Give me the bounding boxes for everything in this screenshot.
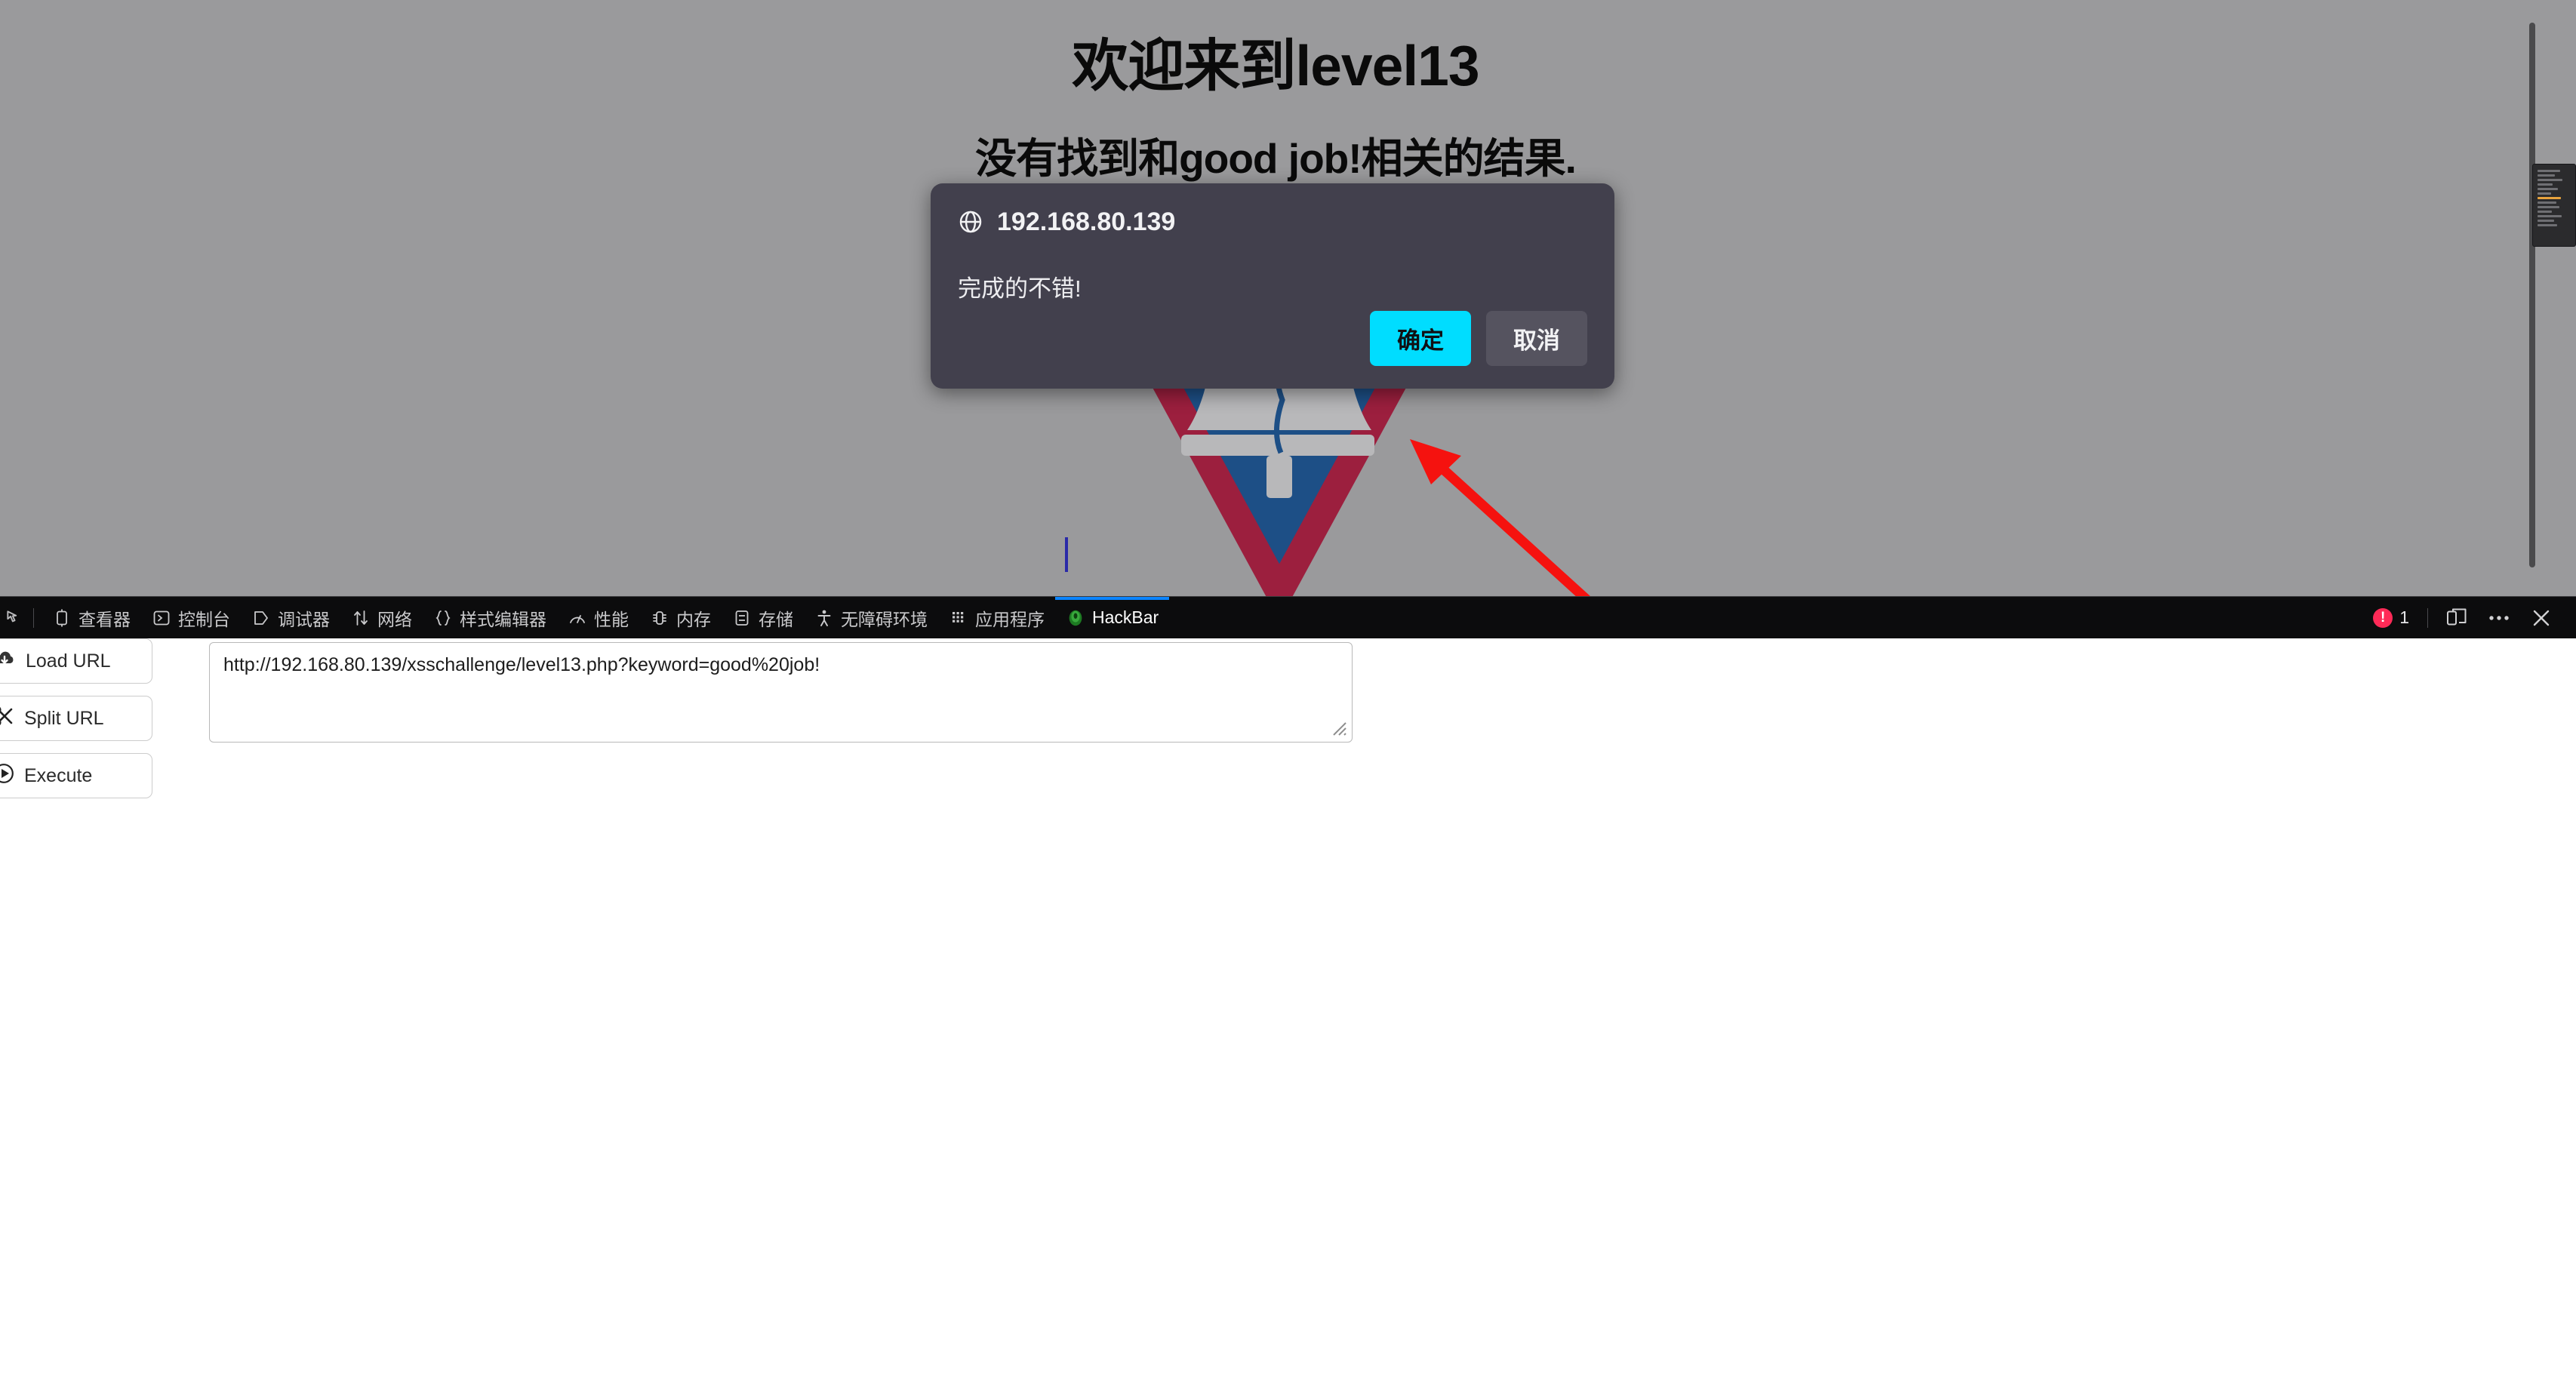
dialog-actions: 确定 取消	[1370, 311, 1587, 366]
accessibility-icon	[814, 608, 834, 628]
dialog-cancel-button[interactable]: 取消	[1486, 311, 1587, 366]
scroll-minimap[interactable]	[2532, 164, 2576, 247]
execute-button[interactable]: Execute	[0, 753, 152, 798]
toolbar-divider-right	[2427, 607, 2428, 628]
devtools-tabstrip: 查看器 控制台 调试器 网络 样式编辑器 性能 内存 存储 无障碍环境 应用程序…	[0, 597, 2362, 638]
tab-inspector-label: 查看器	[78, 609, 131, 629]
text-caret	[1065, 537, 1068, 572]
responsive-design-mode-icon[interactable]	[2436, 601, 2478, 635]
tab-debugger-label: 调试器	[278, 609, 330, 629]
globe-icon	[959, 211, 982, 233]
page-scrollbar[interactable]	[2529, 23, 2535, 567]
dialog-origin: 192.168.80.139	[997, 207, 1176, 236]
dialog-confirm-button[interactable]: 确定	[1370, 311, 1471, 366]
hackbar-action-buttons: Load URL Split URL Execute	[0, 638, 152, 810]
tab-network[interactable]: 网络	[340, 597, 423, 638]
cloud-download-icon	[0, 649, 16, 674]
split-url-button[interactable]: Split URL	[0, 696, 152, 741]
style-editor-icon	[433, 608, 453, 628]
network-icon	[351, 608, 371, 628]
page-title: 欢迎来到level13	[1072, 34, 1479, 97]
application-icon	[949, 608, 968, 628]
tab-hackbar-label: HackBar	[1092, 607, 1159, 627]
split-url-label: Split URL	[24, 707, 104, 729]
dialog-message: 完成的不错!	[958, 275, 1082, 302]
console-icon	[152, 608, 171, 628]
page-subtitle: 没有找到和good job!相关的结果.	[975, 135, 1577, 182]
load-url-label: Load URL	[26, 650, 111, 672]
tab-accessibility[interactable]: 无障碍环境	[804, 597, 938, 638]
hackbar-icon	[1066, 608, 1085, 628]
execute-label: Execute	[24, 764, 93, 786]
hackbar-panel: Load URL Split URL Execute http://192.16…	[0, 638, 2576, 1399]
tab-storage[interactable]: 存储	[722, 597, 804, 638]
tab-inspector[interactable]: 查看器	[42, 597, 141, 638]
tab-accessibility-label: 无障碍环境	[841, 609, 928, 629]
tab-performance[interactable]: 性能	[557, 597, 639, 638]
web-page-viewport: 欢迎来到level13 没有找到和good job!相关的结果. Level 1…	[0, 0, 2576, 596]
error-count-badge[interactable]: ! 1	[2362, 607, 2420, 628]
devtools-toolbar-actions: ! 1	[2362, 601, 2576, 635]
screen: 欢迎来到level13 没有找到和good job!相关的结果. Level 1…	[0, 0, 2576, 1399]
tab-application-label: 应用程序	[975, 609, 1045, 629]
error-icon: !	[2373, 607, 2393, 628]
dialog-title-row: 192.168.80.139	[958, 204, 1587, 239]
browser-confirm-dialog: 192.168.80.139 完成的不错! 确定 取消	[931, 183, 1614, 389]
play-icon	[0, 763, 14, 789]
meatball-menu-icon[interactable]	[2478, 601, 2520, 635]
tab-performance-label: 性能	[594, 609, 629, 629]
tab-storage-label: 存储	[759, 609, 793, 629]
storage-icon	[732, 608, 752, 628]
tab-network-label: 网络	[377, 609, 412, 629]
inspector-icon	[52, 608, 72, 628]
performance-icon	[568, 608, 587, 628]
debugger-icon	[251, 608, 271, 628]
error-count-label: 1	[2399, 607, 2409, 627]
tab-application[interactable]: 应用程序	[938, 597, 1055, 638]
load-url-button[interactable]: Load URL	[0, 638, 152, 684]
annotation-arrow-icon	[1410, 439, 1590, 596]
element-picker-icon[interactable]	[0, 608, 26, 628]
close-icon[interactable]	[2520, 601, 2562, 635]
toolbar-divider	[33, 607, 34, 628]
tab-memory-label: 内存	[676, 609, 711, 629]
url-input[interactable]	[209, 642, 1353, 743]
scissors-icon	[0, 706, 14, 732]
tab-style-editor[interactable]: 样式编辑器	[423, 597, 557, 638]
tab-memory[interactable]: 内存	[639, 597, 722, 638]
tab-style-editor-label: 样式编辑器	[460, 609, 546, 629]
tab-console-label: 控制台	[178, 609, 230, 629]
tab-hackbar[interactable]: HackBar	[1055, 597, 1170, 638]
tab-console[interactable]: 控制台	[141, 597, 241, 638]
memory-icon	[650, 608, 669, 628]
devtools-toolbar: 查看器 控制台 调试器 网络 样式编辑器 性能 内存 存储 无障碍环境 应用程序…	[0, 596, 2576, 638]
tab-debugger[interactable]: 调试器	[241, 597, 340, 638]
